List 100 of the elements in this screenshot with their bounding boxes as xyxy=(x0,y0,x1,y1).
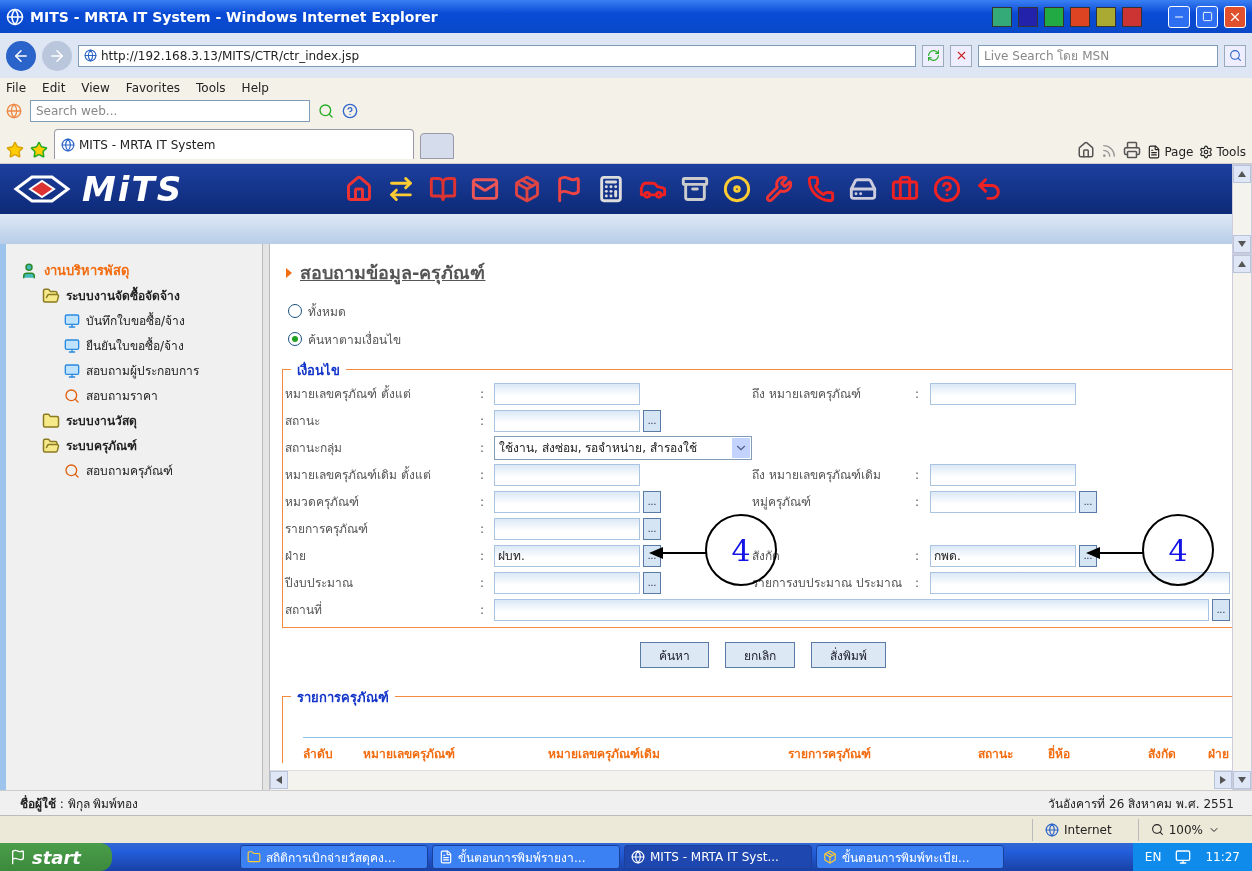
minimize-button[interactable] xyxy=(1168,5,1190,28)
lookup-button[interactable]: ... xyxy=(643,490,661,513)
tree-item[interactable]: สอบถามผู้ประกอบการ xyxy=(86,361,199,380)
input-field[interactable] xyxy=(494,409,640,432)
colon-separator: : xyxy=(480,413,486,428)
office-app-icon[interactable] xyxy=(1122,6,1142,27)
taskbar-button[interactable]: ขั้นตอนการพิมพ์รายงา... xyxy=(432,845,620,869)
print-icon[interactable] xyxy=(1123,141,1142,159)
office-app-icon[interactable] xyxy=(1096,6,1116,27)
address-field[interactable]: http://192.168.3.13/MITS/CTR/ctr_index.jsp xyxy=(78,44,916,67)
taskbar-button[interactable]: ขั้นตอนการพิมพ์ทะเบีย... xyxy=(816,845,1004,869)
radio-button[interactable] xyxy=(288,304,302,318)
house-icon[interactable] xyxy=(345,175,374,203)
wrench-icon[interactable] xyxy=(765,175,794,203)
tree-item[interactable]: สอบถามราคา xyxy=(86,386,158,405)
radio-label[interactable]: ค้นหาตามเงื่อนไข xyxy=(308,329,401,349)
refresh-button[interactable] xyxy=(922,44,944,67)
menu-item[interactable]: Help xyxy=(241,81,269,95)
drive-icon[interactable] xyxy=(849,175,878,203)
office-app-icon[interactable] xyxy=(1018,6,1038,27)
radio-button[interactable] xyxy=(288,332,302,346)
input-field[interactable] xyxy=(930,571,1230,594)
taskbar-button[interactable]: สถิติการเบิกจ่ายวัสดุคง... xyxy=(240,845,428,869)
vertical-scrollbar[interactable] xyxy=(1232,254,1252,790)
scroll-left-button[interactable] xyxy=(270,771,288,789)
tree-item[interactable]: ยืนยันใบขอซื้อ/จ้าง xyxy=(86,336,185,355)
input-field[interactable] xyxy=(494,490,640,513)
disc-icon[interactable] xyxy=(723,175,752,203)
briefcase-icon[interactable] xyxy=(891,175,920,203)
vertical-scrollbar[interactable] xyxy=(1232,164,1252,254)
input-field[interactable]: ฝบท. xyxy=(494,544,640,567)
input-field[interactable] xyxy=(494,571,640,594)
input-field[interactable]: กพด. xyxy=(930,544,1076,567)
stop-button[interactable] xyxy=(950,44,972,67)
help-icon[interactable] xyxy=(342,103,358,119)
lookup-button[interactable]: ... xyxy=(643,571,661,594)
tree-item[interactable]: สอบถามครุภัณฑ์ xyxy=(86,461,173,480)
input-field[interactable] xyxy=(930,382,1076,405)
book-icon[interactable] xyxy=(429,175,458,203)
new-tab-button[interactable] xyxy=(420,133,454,159)
lookup-button[interactable]: ... xyxy=(643,409,661,432)
lookup-button[interactable]: ... xyxy=(1079,490,1097,513)
search-button[interactable] xyxy=(1224,44,1246,67)
archive-icon[interactable] xyxy=(681,175,710,203)
tree-folder[interactable]: ระบบงานจัดซื้อจัดจ้าง xyxy=(66,286,180,305)
scroll-up-button[interactable] xyxy=(1233,165,1251,183)
input-field[interactable] xyxy=(494,463,640,486)
scroll-down-button[interactable] xyxy=(1233,771,1251,789)
form-button[interactable]: สั่งพิมพ์ xyxy=(811,642,886,668)
favorites-icon[interactable] xyxy=(6,141,24,159)
zoom-control[interactable]: 100% xyxy=(1137,818,1232,841)
menu-item[interactable]: Favorites xyxy=(125,81,181,95)
form-button[interactable]: ค้นหา xyxy=(640,642,709,668)
taskbar-button[interactable]: MITS - MRTA IT Syst... xyxy=(624,845,812,869)
add-favorite-icon[interactable] xyxy=(30,141,48,159)
field-label: รายการงบประมาณ ประมาณ xyxy=(752,575,902,590)
network-icon[interactable] xyxy=(1175,849,1192,865)
feed-icon[interactable] xyxy=(1101,143,1118,159)
phone-icon[interactable] xyxy=(807,175,836,203)
radio-label[interactable]: ทั้งหมด xyxy=(308,301,346,321)
tree-item[interactable]: บันทึกใบขอซื้อ/จ้าง xyxy=(86,311,186,330)
down-triangle-icon xyxy=(1238,241,1246,247)
back-button[interactable] xyxy=(6,40,36,71)
toolbar-search-field[interactable]: Search web... xyxy=(30,100,310,122)
page-menu[interactable]: Page xyxy=(1147,145,1194,159)
tools-menu[interactable]: Tools xyxy=(1199,145,1246,159)
tree-folder[interactable]: ระบบงานวัสดุ xyxy=(66,411,137,430)
scroll-right-button[interactable] xyxy=(1214,771,1232,789)
tree-folder[interactable]: ระบบครุภัณฑ์ xyxy=(66,436,137,455)
mail-icon[interactable] xyxy=(471,175,500,203)
office-app-icon[interactable] xyxy=(1044,6,1064,27)
input-field[interactable] xyxy=(930,490,1076,513)
lookup-button[interactable]: ... xyxy=(643,517,661,540)
lookup-button[interactable]: ... xyxy=(1212,598,1230,621)
form-button[interactable]: ยกเลิก xyxy=(725,642,795,668)
input-field[interactable] xyxy=(494,382,640,405)
office-app-icon[interactable] xyxy=(992,6,1012,27)
package-icon[interactable] xyxy=(513,175,542,203)
home-icon[interactable] xyxy=(1077,141,1096,159)
office-app-icon[interactable] xyxy=(1070,6,1090,27)
maximize-button[interactable] xyxy=(1196,5,1218,28)
close-button[interactable] xyxy=(1224,5,1246,28)
search-field[interactable]: Live Search โดย MSN xyxy=(978,44,1218,67)
status-group-dropdown[interactable]: ใช้งาน, ส่งซ่อม, รอจำหน่าย, สำรองใช้ xyxy=(494,435,752,460)
field-label: ถึง หมายเลขครุภัณฑ์เดิม xyxy=(752,467,882,482)
input-field[interactable] xyxy=(930,463,1076,486)
help-icon[interactable] xyxy=(933,175,962,203)
input-field[interactable] xyxy=(494,598,1209,621)
language-indicator[interactable]: EN xyxy=(1144,850,1162,864)
menu-item[interactable]: Tools xyxy=(196,81,226,95)
scroll-up-button[interactable] xyxy=(1233,255,1251,273)
menu-item[interactable]: Edit xyxy=(42,81,66,95)
horizontal-scrollbar[interactable] xyxy=(270,770,1232,790)
search-icon[interactable] xyxy=(318,103,334,119)
scroll-down-button[interactable] xyxy=(1233,235,1251,253)
start-button[interactable]: start xyxy=(0,843,112,871)
menu-item[interactable]: File xyxy=(6,81,27,95)
menu-item[interactable]: View xyxy=(81,81,110,95)
input-field[interactable] xyxy=(494,517,640,540)
browser-tab[interactable]: MITS - MRTA IT System xyxy=(54,129,414,159)
